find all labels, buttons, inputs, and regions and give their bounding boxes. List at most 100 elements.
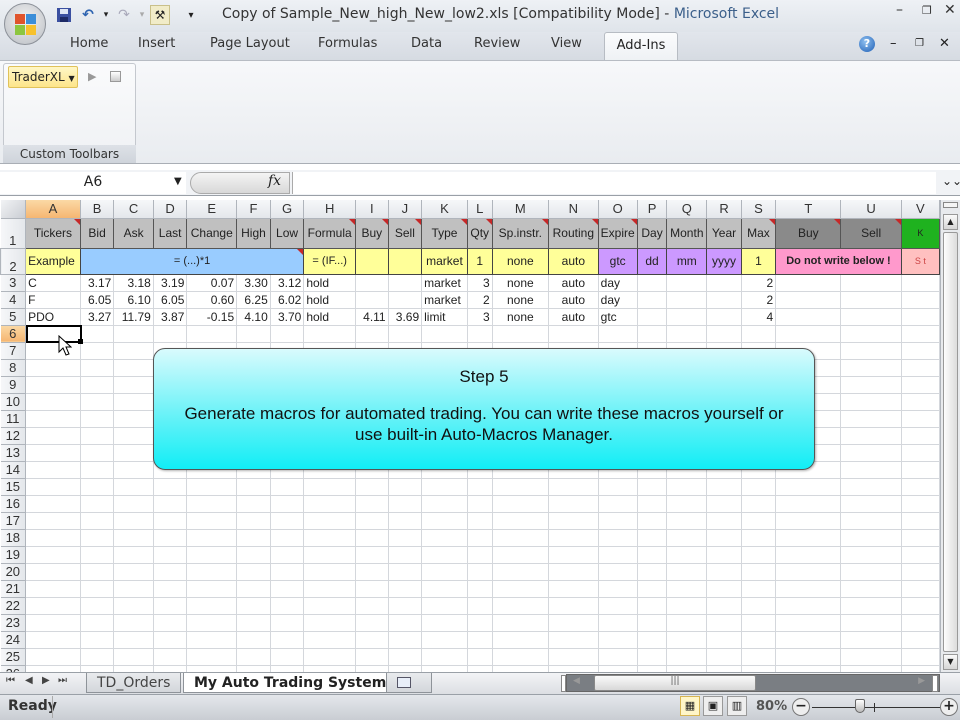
cell[interactable] [775,325,842,343]
row-header[interactable]: 4 [0,291,27,309]
column-header[interactable]: C [113,200,154,219]
cell[interactable] [492,614,549,632]
cell[interactable] [270,665,305,672]
column-header[interactable]: P [637,200,668,219]
vertical-scrollbar[interactable]: ▲ ▼ [940,200,960,672]
cell[interactable] [901,529,940,547]
row-header[interactable]: 1 [0,218,27,249]
cell[interactable]: 4.11 [355,308,389,326]
cell[interactable] [387,247,423,275]
cell[interactable] [153,325,188,343]
cell[interactable]: -0.15 [186,308,238,326]
cell[interactable] [840,376,902,394]
cell[interactable] [637,648,668,666]
cell[interactable] [113,427,154,445]
window-minimize-button[interactable]: – [896,2,903,18]
first-sheet-icon[interactable]: ⏮ [6,675,15,686]
cell[interactable]: 3.30 [236,274,271,292]
cell[interactable] [666,563,708,581]
column-header[interactable]: F [236,200,271,219]
cell[interactable] [637,512,668,530]
cell[interactable]: none [491,247,549,275]
cell[interactable] [467,563,493,581]
column-header[interactable]: M [492,200,549,219]
cell[interactable] [548,648,599,666]
cell[interactable] [25,427,81,445]
zoom-level[interactable]: 80% [756,699,787,714]
cell[interactable] [186,495,238,513]
cell[interactable] [598,597,638,615]
cell[interactable] [113,495,154,513]
cell[interactable] [666,529,708,547]
cell[interactable] [236,478,271,496]
tab-add-ins[interactable]: Add-Ins [604,32,678,61]
cell[interactable]: Change [186,217,238,249]
cell[interactable] [901,308,940,326]
cell[interactable] [637,597,668,615]
workbook-minimize-button[interactable]: – [890,36,897,51]
warning-cell[interactable]: Do not write below ! [775,247,902,275]
cell[interactable] [901,461,940,479]
cell[interactable]: PDO [25,308,81,326]
cell[interactable] [80,359,115,377]
cell[interactable] [270,495,305,513]
cell[interactable] [492,631,549,649]
row-header[interactable]: 2 [0,247,27,275]
cell[interactable] [492,512,549,530]
cell[interactable] [236,631,271,649]
cell[interactable]: dd [636,247,668,275]
cell[interactable] [80,444,115,462]
cell[interactable] [775,665,842,672]
cell[interactable] [80,563,115,581]
cell[interactable] [153,529,188,547]
cell[interactable] [113,342,154,360]
cell[interactable] [388,580,423,598]
cell[interactable] [741,580,777,598]
cell[interactable] [80,529,115,547]
cell[interactable] [113,529,154,547]
cell[interactable] [25,648,81,666]
cell[interactable] [840,648,902,666]
next-sheet-icon[interactable]: ▶ [42,675,50,686]
cell[interactable] [303,546,357,564]
cell[interactable] [388,665,423,672]
tab-data[interactable]: Data [411,36,442,51]
cell[interactable] [666,614,708,632]
cell[interactable] [548,529,599,547]
cell[interactable] [388,631,423,649]
cell[interactable] [80,342,115,360]
cell[interactable] [80,580,115,598]
cell[interactable] [666,631,708,649]
cell[interactable] [25,410,81,428]
column-header[interactable]: R [706,200,742,219]
cell[interactable] [421,631,468,649]
cell[interactable] [25,597,81,615]
cell[interactable] [421,648,468,666]
cell[interactable] [355,546,389,564]
cell[interactable] [598,325,638,343]
cell[interactable] [355,597,389,615]
cell[interactable] [186,631,238,649]
cell[interactable] [741,478,777,496]
cell[interactable] [492,478,549,496]
cell[interactable] [388,529,423,547]
cell[interactable] [25,359,81,377]
cell[interactable] [598,580,638,598]
row-header[interactable]: 3 [0,274,27,292]
cell[interactable] [236,597,271,615]
cell[interactable] [901,631,940,649]
cell[interactable] [598,614,638,632]
cell[interactable] [901,427,940,445]
cell[interactable] [236,546,271,564]
select-all-button[interactable] [0,200,27,219]
cell[interactable] [741,665,777,672]
cell[interactable] [741,563,777,581]
cell[interactable] [113,563,154,581]
cell[interactable]: auto [548,291,599,309]
cell[interactable] [303,529,357,547]
cell[interactable] [421,614,468,632]
cell[interactable]: 2 [741,291,777,309]
cell[interactable] [153,580,188,598]
cell[interactable] [80,512,115,530]
save-icon[interactable] [54,5,74,25]
